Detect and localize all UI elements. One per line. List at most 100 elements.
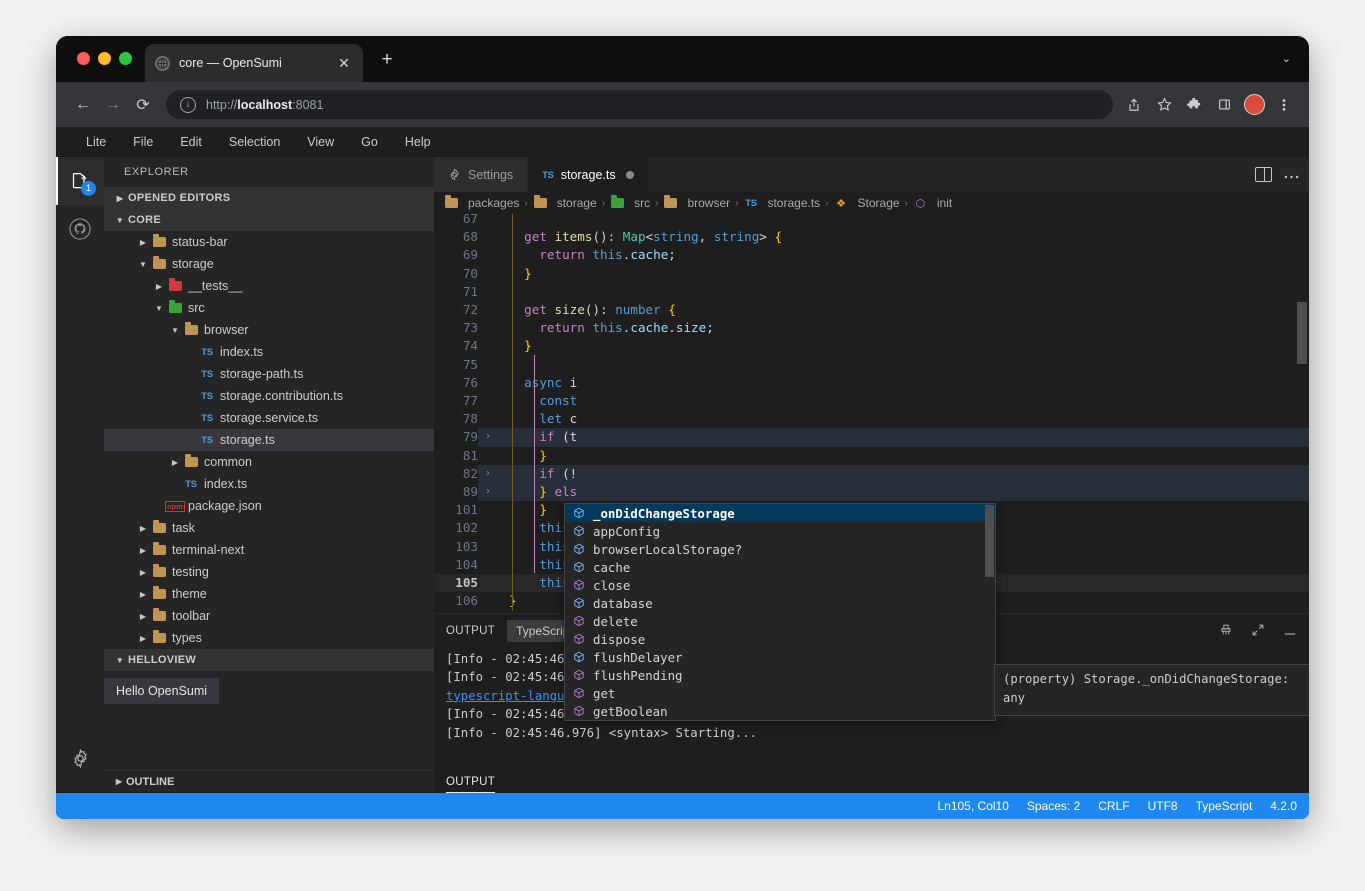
code-line[interactable]: 72 get size(): number { (434, 301, 1309, 319)
breadcrumb-item[interactable]: TSstorage.ts (743, 196, 820, 210)
maximize-window-button[interactable] (119, 52, 132, 65)
autocomplete-item[interactable]: database (565, 594, 995, 612)
forward-button[interactable]: → (98, 90, 128, 120)
code-line[interactable]: 71 (434, 283, 1309, 301)
section-outline[interactable]: ▶ OUTLINE (104, 770, 434, 792)
code-line[interactable]: 70 } (434, 265, 1309, 283)
section-helloview[interactable]: ▼ HELLOVIEW (104, 649, 434, 671)
extensions-icon[interactable] (1181, 92, 1207, 118)
chevron-right-icon[interactable]: ▶ (136, 612, 150, 621)
code-line[interactable]: 74 } (434, 337, 1309, 355)
reload-button[interactable]: ⟳ (128, 90, 158, 120)
fold-icon[interactable]: › (482, 465, 494, 483)
tree-item[interactable]: ▶terminal-next (104, 539, 434, 561)
code-line[interactable]: 68 get items(): Map<string, string> { (434, 228, 1309, 246)
tree-item[interactable]: ▼storage (104, 253, 434, 275)
chevron-right-icon[interactable]: ▶ (136, 590, 150, 599)
tree-item[interactable]: ▶status-bar (104, 231, 434, 253)
code-line[interactable]: 67 (434, 214, 1309, 228)
chrome-menu-icon[interactable] (1271, 92, 1297, 118)
more-actions-icon[interactable] (1284, 166, 1299, 184)
code-line[interactable]: 81 } (434, 447, 1309, 465)
menu-view[interactable]: View (295, 132, 346, 152)
status-bar-item[interactable]: TypeScript (1196, 799, 1253, 813)
chevron-right-icon[interactable]: ▶ (152, 282, 166, 291)
tree-item[interactable]: ▶TSstorage-path.ts (104, 363, 434, 385)
chevron-right-icon[interactable]: ▶ (168, 458, 182, 467)
tree-item[interactable]: ▶testing (104, 561, 434, 583)
chevron-right-icon[interactable]: ▶ (136, 238, 150, 247)
tree-item[interactable]: ▼browser (104, 319, 434, 341)
tree-item[interactable]: ▶TSstorage.service.ts (104, 407, 434, 429)
section-opened-editors[interactable]: ▶ OPENED EDITORS (104, 187, 434, 209)
tree-item[interactable]: ▶types (104, 627, 434, 649)
chevron-right-icon[interactable]: ▶ (136, 546, 150, 555)
chevron-down-icon[interactable]: ▼ (152, 304, 166, 313)
side-panel-icon[interactable] (1211, 92, 1237, 118)
tab-settings[interactable]: Settings (434, 157, 528, 192)
chevron-down-icon[interactable]: ⌄ (1282, 52, 1291, 65)
code-line[interactable]: 79› if (t (434, 428, 1309, 446)
fold-icon[interactable]: › (482, 483, 494, 501)
hide-panel-icon[interactable] (1283, 624, 1297, 639)
code-line[interactable]: 89› } els (434, 483, 1309, 501)
tree-item[interactable]: ▶TSindex.ts (104, 473, 434, 495)
close-window-button[interactable] (77, 52, 90, 65)
address-bar[interactable]: i http://localhost:8081 (166, 90, 1113, 119)
breadcrumb-item[interactable]: packages (444, 196, 519, 210)
code-line[interactable]: 73 return this.cache.size; (434, 319, 1309, 337)
menu-file[interactable]: File (121, 132, 165, 152)
status-bar-item[interactable]: Ln105, Col10 (937, 799, 1008, 813)
autocomplete-item[interactable]: getBoolean (565, 702, 995, 720)
profile-avatar[interactable] (1241, 92, 1267, 118)
autocomplete-item[interactable]: delete (565, 612, 995, 630)
tree-item[interactable]: ▶task (104, 517, 434, 539)
status-bar-item[interactable]: UTF8 (1148, 799, 1178, 813)
back-button[interactable]: ← (68, 90, 98, 120)
code-line[interactable]: 78 let c (434, 410, 1309, 428)
autocomplete-scrollbar[interactable] (985, 505, 994, 577)
tree-item[interactable]: ▶TSstorage.ts (104, 429, 434, 451)
site-info-icon[interactable]: i (180, 97, 196, 113)
code-line[interactable]: 77 const (434, 392, 1309, 410)
autocomplete-item[interactable]: close (565, 576, 995, 594)
autocomplete-item[interactable]: browserLocalStorage? (565, 540, 995, 558)
tree-item[interactable]: ▶common (104, 451, 434, 473)
status-bar-item[interactable]: Spaces: 2 (1027, 799, 1080, 813)
status-bar-item[interactable]: 4.2.0 (1270, 799, 1297, 813)
code-line[interactable]: 69 return this.cache; (434, 246, 1309, 264)
breadcrumb-item[interactable]: ⬡init (913, 196, 952, 210)
window-controls[interactable] (77, 52, 132, 65)
tree-item[interactable]: ▶TSindex.ts (104, 341, 434, 363)
autocomplete-item[interactable]: _onDidChangeStorage (565, 504, 995, 522)
maximize-panel-icon[interactable] (1251, 623, 1265, 640)
activity-item-explorer[interactable]: 1 (56, 157, 104, 205)
breadcrumb-item[interactable]: storage (533, 196, 597, 210)
breadcrumb-item[interactable]: browser (663, 196, 730, 210)
tree-item[interactable]: ▶TSstorage.contribution.ts (104, 385, 434, 407)
breadcrumb-item[interactable]: ❖Storage (834, 196, 900, 210)
tree-item[interactable]: ▶__tests__ (104, 275, 434, 297)
code-line[interactable]: 75 (434, 356, 1309, 374)
share-icon[interactable] (1121, 92, 1147, 118)
menu-help[interactable]: Help (393, 132, 443, 152)
chevron-right-icon[interactable]: ▶ (136, 568, 150, 577)
menu-go[interactable]: Go (349, 132, 390, 152)
chevron-down-icon[interactable]: ▼ (136, 260, 150, 269)
tree-item[interactable]: ▼src (104, 297, 434, 319)
tree-item[interactable]: ▶toolbar (104, 605, 434, 627)
tree-item[interactable]: ▶theme (104, 583, 434, 605)
close-icon[interactable]: ✕ (335, 55, 353, 72)
autocomplete-item[interactable]: dispose (565, 630, 995, 648)
panel-tab-output[interactable]: OUTPUT (446, 776, 495, 793)
new-tab-button[interactable]: + (376, 50, 398, 69)
code-line[interactable]: 76 async i (434, 374, 1309, 392)
clear-output-icon[interactable] (1219, 623, 1233, 640)
activity-item-settings[interactable] (56, 734, 104, 782)
autocomplete-item[interactable]: cache (565, 558, 995, 576)
dirty-indicator[interactable] (626, 171, 634, 179)
activity-item-github[interactable] (56, 205, 104, 253)
breadcrumb[interactable]: packages›storage›src›browser›TSstorage.t… (434, 192, 1309, 214)
bookmark-star-icon[interactable] (1151, 92, 1177, 118)
minimize-window-button[interactable] (98, 52, 111, 65)
